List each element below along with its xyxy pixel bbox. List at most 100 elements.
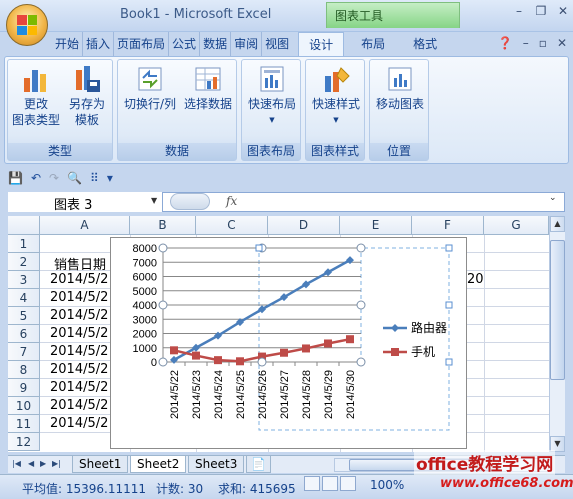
- dropdown-arrow-icon: ▼: [269, 116, 275, 124]
- row-header[interactable]: 10: [8, 397, 40, 415]
- chart-svg: 0 1000 2000 3000 4000 5000 6000 7000 8000 2014/5/…: [133, 243, 453, 431]
- redo-icon[interactable]: ↷: [49, 171, 59, 185]
- save-icon[interactable]: 💾: [8, 171, 23, 185]
- window-title: Book1 - Microsoft Excel: [120, 7, 272, 22]
- cell-a7[interactable]: 2014/5/2: [50, 344, 108, 359]
- column-header[interactable]: F: [412, 216, 484, 235]
- select-data-button[interactable]: 选择数据: [180, 64, 236, 112]
- button-label: 快速布局: [247, 97, 296, 111]
- y-tick-label: 3000: [133, 314, 157, 326]
- row-header[interactable]: 2: [8, 253, 40, 271]
- scroll-up-icon[interactable]: ▲: [550, 216, 565, 232]
- group-label: 图表布局: [242, 143, 300, 160]
- selection-handle: [158, 243, 168, 253]
- cell-a6[interactable]: 2014/5/2: [50, 326, 108, 341]
- row-header[interactable]: 8: [8, 361, 40, 379]
- row-header[interactable]: 1: [8, 235, 40, 253]
- tab-format[interactable]: 格式: [410, 32, 440, 56]
- column-header[interactable]: B: [130, 216, 196, 235]
- close-icon[interactable]: ✕: [553, 2, 573, 20]
- column-header[interactable]: G: [484, 216, 549, 235]
- row-header[interactable]: 7: [8, 343, 40, 361]
- tab-formulas[interactable]: 公式: [169, 32, 201, 56]
- status-average: 平均值: 15396.11111: [22, 482, 147, 496]
- chart-tools-header: 图表工具: [326, 2, 460, 28]
- group-type: 更改 图表类型 另存为 模板 类型: [7, 59, 113, 161]
- row-header[interactable]: 6: [8, 325, 40, 343]
- ribbon-close-icon[interactable]: ✕: [557, 36, 567, 50]
- row-header[interactable]: 3: [8, 271, 40, 289]
- print-preview-icon[interactable]: 🔍: [67, 171, 82, 185]
- column-header[interactable]: C: [196, 216, 268, 235]
- first-sheet-icon[interactable]: |◀: [12, 459, 21, 468]
- select-objects-icon[interactable]: ⠿: [90, 171, 99, 185]
- ribbon-restore-icon[interactable]: ▫: [539, 36, 547, 50]
- row-header[interactable]: 12: [8, 433, 40, 451]
- x-tick-label: 2014/5/30: [345, 370, 357, 419]
- selection-handle: [158, 300, 168, 310]
- scroll-thumb[interactable]: [550, 240, 565, 380]
- cell-a8[interactable]: 2014/5/2: [50, 362, 108, 377]
- save-template-icon: [72, 64, 102, 94]
- cell-a2[interactable]: 销售日期: [54, 254, 106, 273]
- insert-sheet-icon[interactable]: 📄: [246, 456, 271, 473]
- quick-layout-button[interactable]: 快速布局 ▼: [244, 64, 300, 128]
- row-header[interactable]: 4: [8, 289, 40, 307]
- last-sheet-icon[interactable]: ▶|: [52, 459, 61, 468]
- column-header[interactable]: D: [268, 216, 340, 235]
- cell-a11[interactable]: 2014/5/2: [50, 416, 108, 431]
- cell-a10[interactable]: 2014/5/2: [50, 398, 108, 413]
- cell-f3[interactable]: 20: [467, 272, 484, 287]
- column-header[interactable]: E: [340, 216, 412, 235]
- cell-a5[interactable]: 2014/5/2: [50, 308, 108, 323]
- row-header[interactable]: 5: [8, 307, 40, 325]
- prev-sheet-icon[interactable]: ◀: [28, 459, 34, 468]
- tab-data[interactable]: 数据: [200, 32, 232, 56]
- page-break-view-icon[interactable]: [340, 476, 356, 491]
- column-header[interactable]: A: [40, 216, 130, 235]
- normal-view-icon[interactable]: [304, 476, 320, 491]
- customize-qat-icon[interactable]: ▾: [107, 171, 113, 185]
- switch-row-column-button[interactable]: 切换行/列: [120, 64, 180, 112]
- tab-view[interactable]: 视图: [262, 32, 292, 56]
- tab-layout[interactable]: 布局: [358, 32, 388, 56]
- page-layout-view-icon[interactable]: [322, 476, 338, 491]
- tab-design[interactable]: 设计: [298, 32, 345, 56]
- help-icon[interactable]: ❓: [498, 36, 513, 50]
- move-chart-button[interactable]: 移动图表: [372, 64, 428, 112]
- cell-a3[interactable]: 2014/5/2: [50, 272, 108, 287]
- sheet-tab-sheet2[interactable]: Sheet2: [130, 456, 187, 473]
- sheet-tab-sheet3[interactable]: Sheet3: [188, 456, 245, 473]
- name-box[interactable]: 图表 3: [8, 192, 163, 213]
- ribbon-minimize-icon[interactable]: –: [523, 36, 529, 50]
- office-button[interactable]: [6, 4, 48, 46]
- restore-icon[interactable]: ❐: [531, 2, 551, 20]
- row-header[interactable]: 11: [8, 415, 40, 433]
- x-tick-label: 2014/5/25: [235, 370, 247, 419]
- insert-function-icon[interactable]: fx: [226, 194, 237, 208]
- group-label: 图表样式: [306, 143, 364, 160]
- tab-insert[interactable]: 插入: [83, 32, 115, 56]
- undo-icon[interactable]: ↶: [31, 171, 41, 185]
- select-all-corner[interactable]: [8, 216, 40, 235]
- save-as-template-button[interactable]: 另存为 模板: [64, 64, 110, 128]
- cell-a9[interactable]: 2014/5/2: [50, 380, 108, 395]
- tab-page-layout[interactable]: 页面布局: [114, 32, 170, 56]
- row-header[interactable]: 9: [8, 379, 40, 397]
- next-sheet-icon[interactable]: ▶: [40, 459, 46, 468]
- chart-type-icon: [21, 64, 51, 94]
- minimize-icon[interactable]: –: [509, 2, 529, 20]
- zoom-level[interactable]: 100%: [370, 478, 404, 492]
- sheet-tab-sheet1[interactable]: Sheet1: [72, 456, 129, 473]
- tab-review[interactable]: 审阅: [231, 32, 263, 56]
- y-tick-label: 0: [151, 357, 157, 369]
- name-box-dropdown-icon[interactable]: ▼: [151, 196, 157, 205]
- selection-handle: [445, 244, 453, 252]
- tab-home[interactable]: 开始: [52, 32, 84, 56]
- quick-styles-button[interactable]: 快速样式 ▼: [308, 64, 364, 128]
- embedded-chart[interactable]: 0 1000 2000 3000 4000 5000 6000 7000 8000 2014/5/…: [110, 237, 467, 449]
- cell-a4[interactable]: 2014/5/2: [50, 290, 108, 305]
- expand-formula-bar-icon[interactable]: ⌄: [549, 193, 557, 203]
- vertical-scrollbar[interactable]: ▲ ▼: [549, 216, 565, 452]
- change-chart-type-button[interactable]: 更改 图表类型: [12, 64, 60, 128]
